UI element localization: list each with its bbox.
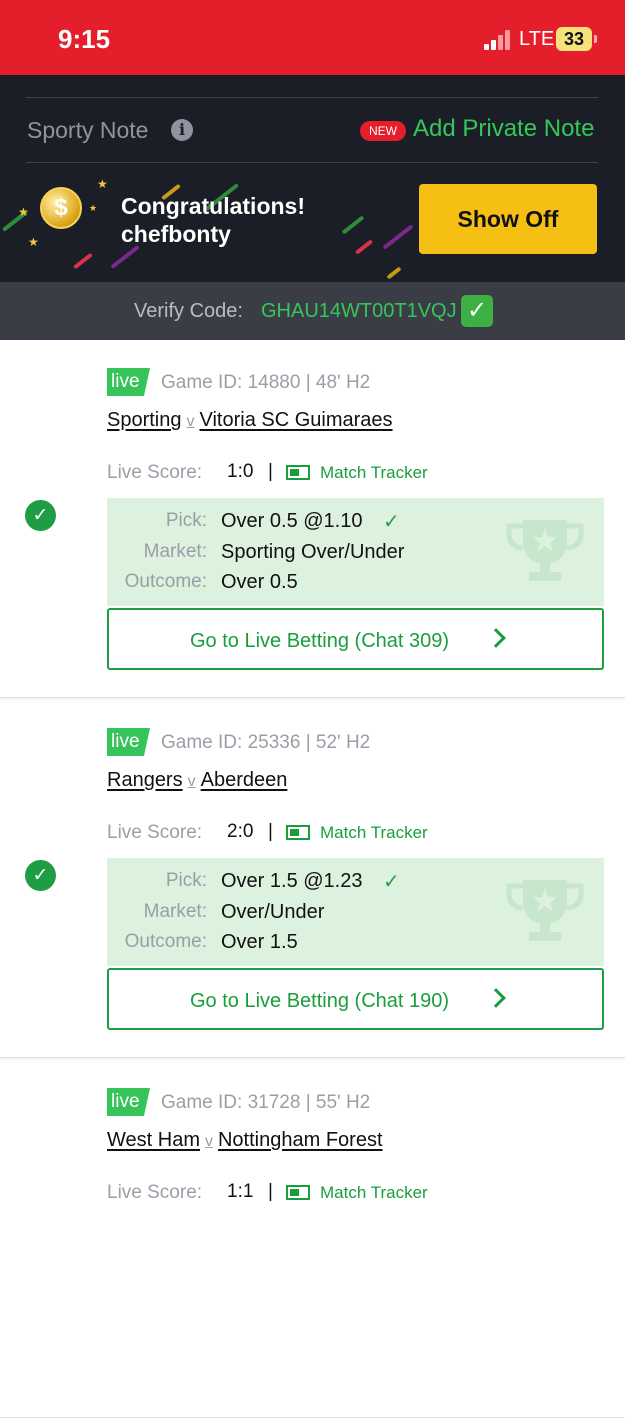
- divider: [26, 97, 598, 98]
- status-time: 9:15: [58, 24, 111, 54]
- verify-bar: Verify Code: GHAU14WT00T1VQJ ✓: [0, 282, 625, 340]
- sporty-note-label: Sporty Note: [27, 117, 149, 143]
- market-value: Sporting Over/Under: [221, 541, 405, 563]
- check-icon: ✓: [25, 860, 56, 891]
- trophy-icon: [506, 520, 584, 581]
- star-icon: ★: [28, 235, 39, 249]
- tracker-icon[interactable]: [286, 1185, 310, 1200]
- bet-card: live Game ID: 14880 | 48' H2 Sporting v Vi…: [0, 340, 625, 698]
- match-tracker-link[interactable]: Match Tracker: [320, 823, 428, 843]
- outcome-value: Over 0.5: [221, 571, 298, 593]
- star-icon: ★: [97, 177, 108, 191]
- live-score-label: Live Score:: [107, 822, 203, 843]
- versus-label: v: [187, 773, 196, 790]
- verify-label: Verify Code:: [134, 300, 243, 322]
- new-badge: NEW: [360, 121, 406, 141]
- match-teams[interactable]: Rangers v Aberdeen: [107, 769, 287, 792]
- outcome-label: Outcome:: [124, 571, 207, 592]
- check-icon: ✓: [25, 500, 56, 531]
- tracker-icon[interactable]: [286, 825, 310, 840]
- star-icon: ★: [89, 203, 98, 213]
- check-icon: ✓: [383, 511, 400, 533]
- home-team[interactable]: Rangers: [107, 769, 183, 791]
- chevron-right-icon: [486, 988, 506, 1008]
- market-value: Over/Under: [221, 901, 325, 923]
- live-badge: live: [107, 368, 150, 396]
- pick-value: Over 0.5 @1.10: [221, 510, 363, 532]
- confetti-streak: [354, 239, 374, 255]
- divider: [26, 162, 598, 163]
- match-tracker-link[interactable]: Match Tracker: [320, 1183, 428, 1203]
- confetti-streak: [73, 252, 93, 270]
- market-label: Market:: [143, 901, 207, 922]
- market-label: Market:: [143, 541, 207, 562]
- live-betting-button[interactable]: Go to Live Betting (Chat 309): [107, 608, 604, 670]
- confetti-streak: [110, 244, 140, 270]
- status-bar: 9:15 LTE 33: [0, 0, 625, 75]
- live-betting-button[interactable]: Go to Live Betting (Chat 190): [107, 968, 604, 1030]
- live-betting-label: Go to Live Betting (Chat 190): [190, 990, 450, 1012]
- match-teams[interactable]: Sporting v Vitoria SC Guimaraes: [107, 409, 393, 432]
- battery-icon: 33: [556, 27, 592, 51]
- match-tracker-link[interactable]: Match Tracker: [320, 463, 428, 483]
- home-team[interactable]: West Ham: [107, 1129, 200, 1151]
- network-type: LTE: [519, 28, 555, 50]
- live-score: 2:0: [227, 821, 254, 842]
- congrats-title: Congratulations!: [121, 193, 305, 219]
- versus-label: v: [204, 1133, 213, 1150]
- confetti-streak: [341, 215, 365, 235]
- bet-header: Sporty Note i NEW Add Private Note ★ ★ ★…: [0, 75, 625, 282]
- game-id: Game ID: 25336 | 52' H2: [161, 732, 371, 753]
- outcome-label: Outcome:: [124, 931, 207, 952]
- signal-icon: [484, 30, 512, 50]
- outcome-value: Over 1.5: [221, 931, 298, 953]
- chevron-right-icon: [486, 628, 506, 648]
- pick-label: Pick:: [165, 870, 207, 891]
- score-separator: |: [268, 821, 273, 842]
- pick-label: Pick:: [165, 510, 207, 531]
- verify-code[interactable]: GHAU14WT00T1VQJ: [261, 300, 457, 323]
- check-icon: ✓: [383, 871, 400, 893]
- score-separator: |: [268, 461, 273, 482]
- live-badge: live: [107, 1088, 150, 1116]
- pick-details: Pick: Over 1.5 @1.23 ✓ Market: Over/Unde…: [107, 858, 604, 966]
- info-icon[interactable]: i: [171, 119, 193, 141]
- away-team[interactable]: Vitoria SC Guimaraes: [200, 409, 393, 431]
- check-icon: ✓: [461, 295, 493, 327]
- star-icon: ★: [18, 205, 29, 219]
- home-team[interactable]: Sporting: [107, 409, 182, 431]
- show-off-button[interactable]: Show Off: [419, 184, 597, 254]
- tracker-icon[interactable]: [286, 465, 310, 480]
- confetti-streak: [386, 266, 402, 280]
- bet-card: live Game ID: 25336 | 52' H2 Rangers v Abe…: [0, 700, 625, 1058]
- battery-tip: [594, 35, 597, 43]
- trophy-icon: [506, 880, 584, 941]
- pick-details: Pick: Over 0.5 @1.10 ✓ Market: Sporting …: [107, 498, 604, 606]
- coin-icon: $: [40, 187, 82, 229]
- live-score: 1:0: [227, 461, 254, 482]
- pick-value: Over 1.5 @1.23: [221, 870, 363, 892]
- versus-label: v: [186, 413, 195, 430]
- live-score-label: Live Score:: [107, 1182, 203, 1203]
- live-score-label: Live Score:: [107, 462, 203, 483]
- away-team[interactable]: Aberdeen: [201, 769, 288, 791]
- live-badge: live: [107, 728, 150, 756]
- congrats-username: chefbonty: [121, 221, 231, 247]
- add-private-note-link[interactable]: Add Private Note: [413, 115, 594, 143]
- game-id: Game ID: 31728 | 55' H2: [161, 1092, 371, 1113]
- match-teams[interactable]: West Ham v Nottingham Forest: [107, 1129, 383, 1152]
- away-team[interactable]: Nottingham Forest: [218, 1129, 383, 1151]
- bet-card: live Game ID: 31728 | 55' H2 West Ham v No…: [0, 1060, 625, 1418]
- game-id: Game ID: 14880 | 48' H2: [161, 372, 371, 393]
- live-betting-label: Go to Live Betting (Chat 309): [190, 630, 450, 652]
- confetti-streak: [382, 224, 414, 250]
